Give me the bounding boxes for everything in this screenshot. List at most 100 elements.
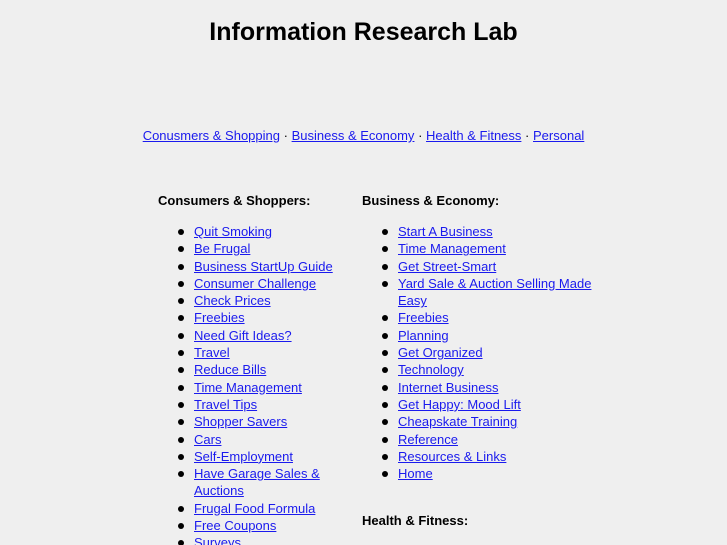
bullet-icon [178, 419, 184, 426]
list-item: Technology [382, 361, 607, 378]
consumers-heading: Consumers & Shoppers: [158, 193, 311, 208]
list-item: Quit Smoking [178, 223, 348, 240]
link-freebies[interactable]: Freebies [194, 310, 245, 325]
link-home[interactable]: Home [398, 466, 433, 481]
business-heading: Business & Economy: [362, 193, 500, 208]
health-heading: Health & Fitness: [362, 513, 469, 529]
link-need-gift-ideas[interactable]: Need Gift Ideas? [194, 328, 292, 343]
nav-link-consumers-shopping[interactable]: Conusmers & Shopping [143, 128, 280, 143]
link-surveys[interactable]: Surveys [194, 535, 241, 545]
list-item: Business StartUp Guide [178, 258, 348, 275]
list-item: Home [382, 465, 607, 482]
consumers-link-list: Quit Smoking Be Frugal Business StartUp … [158, 223, 348, 545]
link-technology[interactable]: Technology [398, 362, 464, 377]
link-get-street-smart[interactable]: Get Street-Smart [398, 259, 496, 274]
nav-link-business-economy[interactable]: Business & Economy [292, 128, 415, 143]
business-section: Business & Economy: Start A Business Tim… [362, 192, 607, 529]
list-item: Time Management [382, 240, 607, 257]
list-item: Free Coupons [178, 517, 348, 534]
link-consumer-challenge[interactable]: Consumer Challenge [194, 276, 316, 291]
link-check-prices[interactable]: Check Prices [194, 293, 271, 308]
bullet-icon [382, 246, 388, 253]
link-time-management[interactable]: Time Management [194, 380, 302, 395]
bullet-icon [382, 315, 388, 322]
link-cars[interactable]: Cars [194, 432, 221, 447]
link-time-management[interactable]: Time Management [398, 241, 506, 256]
link-self-employment[interactable]: Self-Employment [194, 449, 293, 464]
list-item: Cars [178, 431, 348, 448]
bullet-icon [382, 229, 388, 235]
link-freebies[interactable]: Freebies [398, 310, 449, 325]
bullet-icon [178, 350, 184, 357]
link-start-a-business[interactable]: Start A Business [398, 224, 493, 239]
list-item: Start A Business [382, 223, 607, 240]
bullet-icon [178, 367, 184, 374]
bullet-icon [178, 246, 184, 253]
nav-link-health-fitness[interactable]: Health & Fitness [426, 128, 521, 143]
bullet-icon [178, 453, 184, 460]
link-be-frugal[interactable]: Be Frugal [194, 241, 250, 256]
bullet-icon [178, 332, 184, 339]
list-item: Reduce Bills [178, 361, 348, 378]
link-yard-sale-auction[interactable]: Yard Sale & Auction Selling Made Easy [398, 276, 591, 308]
link-business-startup-guide[interactable]: Business StartUp Guide [194, 259, 333, 274]
bullet-icon [178, 229, 184, 235]
bullet-icon [382, 401, 388, 408]
list-item: Be Frugal [178, 240, 348, 257]
consumers-section: Consumers & Shoppers: Quit Smoking Be Fr… [158, 192, 348, 545]
list-item: Yard Sale & Auction Selling Made Easy [382, 275, 607, 310]
bullet-icon [178, 315, 184, 322]
link-cheapskate-training[interactable]: Cheapskate Training [398, 414, 517, 429]
link-shopper-savers[interactable]: Shopper Savers [194, 414, 287, 429]
link-internet-business[interactable]: Internet Business [398, 380, 498, 395]
top-navigation: Conusmers & Shopping · Business & Econom… [0, 127, 727, 144]
bullet-icon [178, 523, 184, 530]
bullet-icon [382, 436, 388, 443]
bullet-icon [382, 453, 388, 460]
list-item: Check Prices [178, 292, 348, 309]
list-item: Internet Business [382, 379, 607, 396]
link-reference[interactable]: Reference [398, 432, 458, 447]
link-quit-smoking[interactable]: Quit Smoking [194, 224, 272, 239]
bullet-icon [382, 471, 388, 478]
link-planning[interactable]: Planning [398, 328, 449, 343]
list-item: Have Garage Sales & Auctions [178, 465, 348, 500]
list-item: Get Organized [382, 344, 607, 361]
link-garage-sales-auctions[interactable]: Have Garage Sales & Auctions [194, 466, 320, 498]
bullet-icon [382, 367, 388, 374]
list-item: Need Gift Ideas? [178, 327, 348, 344]
bullet-icon [178, 280, 184, 287]
nav-separator: · [283, 128, 288, 143]
link-get-organized[interactable]: Get Organized [398, 345, 483, 360]
list-item: Cheapskate Training [382, 413, 607, 430]
bullet-icon [178, 436, 184, 443]
link-get-happy-mood-lift[interactable]: Get Happy: Mood Lift [398, 397, 521, 412]
bullet-icon [178, 384, 184, 391]
bullet-icon [382, 419, 388, 426]
list-item: Consumer Challenge [178, 275, 348, 292]
bullet-icon [178, 505, 184, 512]
list-item: Resources & Links [382, 448, 607, 465]
nav-separator: · [418, 128, 423, 143]
list-item: Get Happy: Mood Lift [382, 396, 607, 413]
bullet-icon [178, 263, 184, 270]
link-travel[interactable]: Travel [194, 345, 230, 360]
link-travel-tips[interactable]: Travel Tips [194, 397, 257, 412]
list-item: Travel Tips [178, 396, 348, 413]
nav-link-personal[interactable]: Personal [533, 128, 584, 143]
list-item: Shopper Savers [178, 413, 348, 430]
bullet-icon [178, 471, 184, 478]
list-item: Get Street-Smart [382, 258, 607, 275]
bullet-icon [178, 298, 184, 305]
list-item: Frugal Food Formula [178, 500, 348, 517]
list-item: Self-Employment [178, 448, 348, 465]
link-reduce-bills[interactable]: Reduce Bills [194, 362, 266, 377]
list-item: Surveys [178, 534, 348, 545]
link-free-coupons[interactable]: Free Coupons [194, 518, 276, 533]
link-frugal-food-formula[interactable]: Frugal Food Formula [194, 501, 315, 516]
business-link-list: Start A Business Time Management Get Str… [362, 223, 607, 482]
bullet-icon [178, 540, 184, 545]
bullet-icon [382, 263, 388, 270]
list-item: Time Management [178, 379, 348, 396]
link-resources-links[interactable]: Resources & Links [398, 449, 506, 464]
